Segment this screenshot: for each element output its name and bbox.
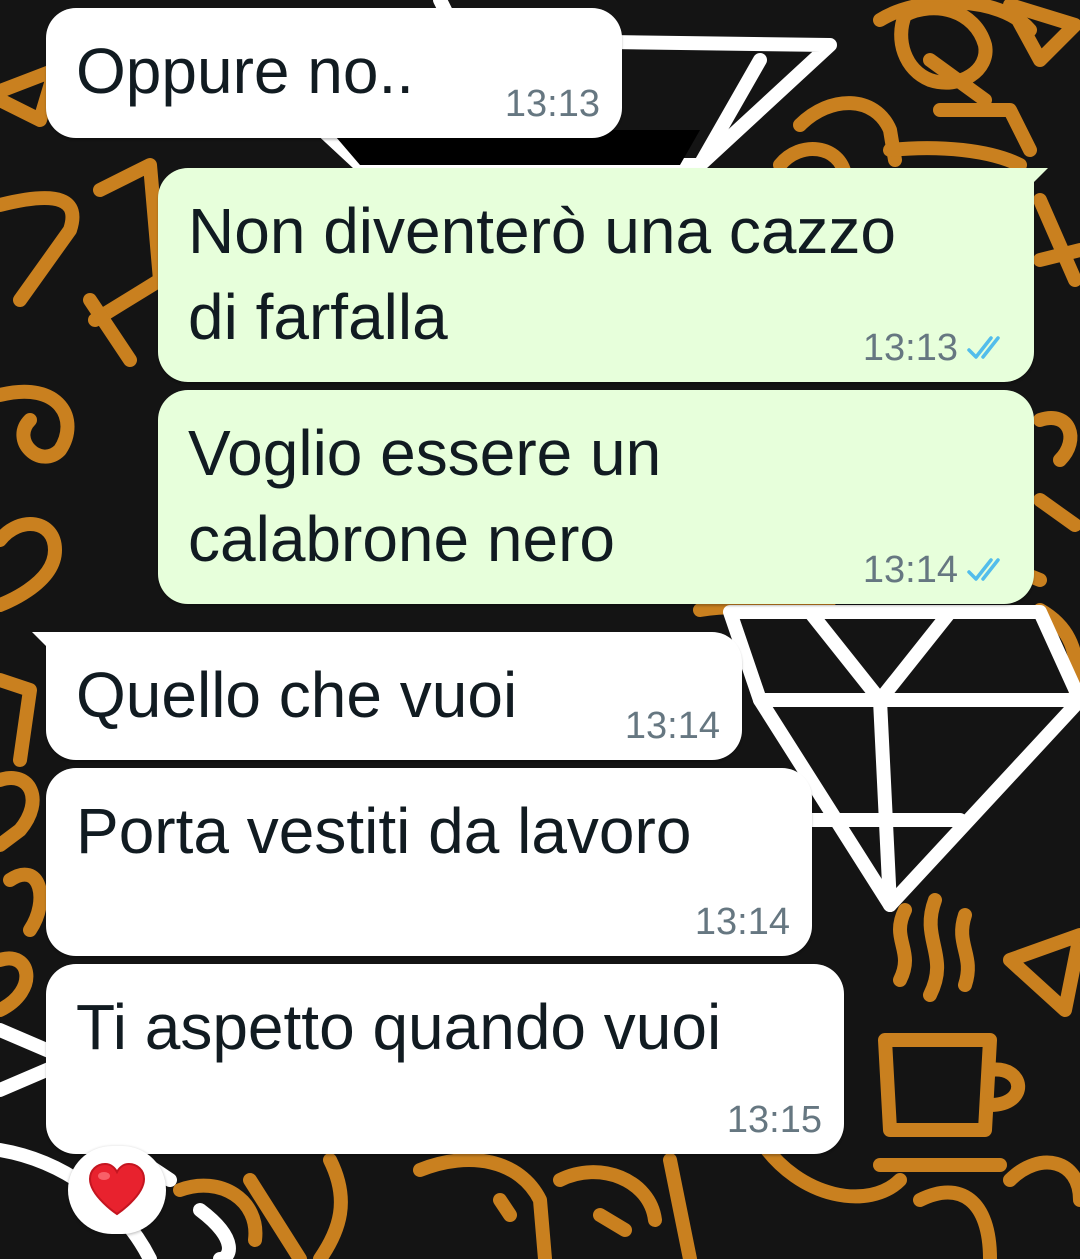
message-meta: 13:14	[625, 704, 720, 748]
message-text: Voglio essere un calabrone nero	[188, 410, 661, 582]
message-bubble-incoming[interactable]: Ti aspetto quando vuoi 13:15	[46, 964, 844, 1154]
message-bubble-outgoing[interactable]: Non diventerò una cazzo di farfalla 13:1…	[158, 168, 1048, 382]
message-text: Quello che vuoi	[76, 652, 517, 738]
message-text: Oppure no..	[76, 28, 414, 114]
red-heart-icon	[88, 1162, 146, 1216]
message-text: Ti aspetto quando vuoi	[76, 984, 721, 1070]
message-timestamp: 13:14	[694, 901, 790, 943]
message-text: Porta vestiti da lavoro	[76, 788, 691, 874]
message-line: di farfalla	[188, 281, 448, 353]
bubble-tail	[32, 632, 54, 654]
message-bubble-incoming[interactable]: Porta vestiti da lavoro 13:14	[46, 768, 812, 956]
message-line: Ti aspetto quando vuoi	[76, 991, 722, 1063]
message-bubble-incoming[interactable]: Oppure no.. 13:13	[46, 8, 622, 138]
message-line: calabrone nero	[188, 503, 615, 575]
message-line: Porta vestiti da lavoro	[76, 795, 692, 867]
message-line: Voglio essere un	[188, 417, 662, 489]
message-meta: 13:14	[863, 548, 1012, 592]
message-meta: 13:14	[695, 900, 790, 944]
message-bubble-outgoing[interactable]: Voglio essere un calabrone nero 13:14	[158, 390, 1034, 604]
message-timestamp: 13:15	[726, 1099, 822, 1141]
message-bubble-incoming[interactable]: Quello che vuoi 13:14	[32, 632, 742, 760]
message-meta: 13:13	[505, 82, 600, 126]
message-line: Oppure no..	[76, 35, 414, 107]
message-text: Non diventerò una cazzo di farfalla	[188, 188, 896, 360]
message-meta: 13:15	[727, 1098, 822, 1142]
read-double-check-icon	[967, 558, 1000, 581]
message-timestamp: 13:13	[862, 327, 958, 369]
message-timestamp: 13:13	[504, 83, 600, 125]
message-reaction[interactable]	[68, 1146, 166, 1234]
message-meta: 13:13	[863, 326, 1012, 370]
bubble-tail	[1026, 168, 1048, 190]
message-line: Non diventerò una cazzo	[188, 195, 896, 267]
message-timestamp: 13:14	[624, 705, 720, 747]
message-line: Quello che vuoi	[76, 659, 518, 731]
message-timestamp: 13:14	[862, 549, 958, 591]
read-double-check-icon	[967, 336, 1000, 359]
